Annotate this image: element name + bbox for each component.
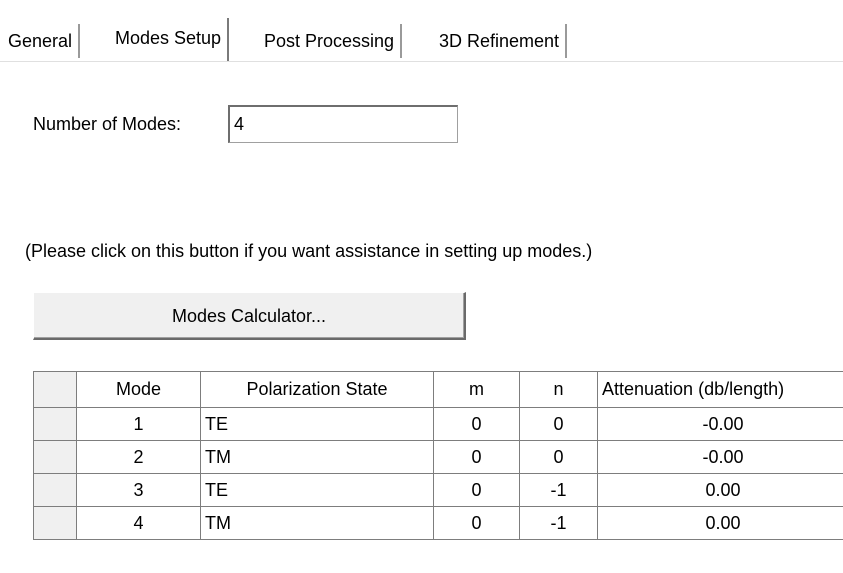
help-text: (Please click on this button if you want… [25, 241, 593, 261]
column-header-m[interactable]: m [433, 371, 520, 408]
n-cell[interactable]: 0 [519, 407, 598, 441]
attenuation-cell[interactable]: 0.00 [597, 473, 843, 507]
tab-general[interactable]: General [8, 24, 81, 58]
modes-calculator-button[interactable]: Modes Calculator... [33, 292, 466, 340]
column-header-attenuation[interactable]: Attenuation (db/length) [597, 371, 843, 408]
number-of-modes-label: Number of Modes: [33, 114, 182, 134]
table-corner-cell[interactable] [33, 371, 77, 408]
tab-modes-setup[interactable]: Modes Setup [108, 18, 230, 62]
tab-3d-refinement[interactable]: 3D Refinement [439, 24, 568, 58]
table-row: 3 TE 0 -1 0.00 [33, 473, 843, 507]
m-cell[interactable]: 0 [433, 440, 520, 474]
table-header-row: Mode Polarization State m n Attenuation … [33, 371, 843, 408]
polarization-cell[interactable]: TM [200, 440, 434, 474]
m-cell[interactable]: 0 [433, 506, 520, 540]
attenuation-cell[interactable]: 0.00 [597, 506, 843, 540]
table-row: 4 TM 0 -1 0.00 [33, 506, 843, 540]
tab-strip: General Modes Setup Post Processing 3D R… [0, 18, 843, 62]
polarization-cell[interactable]: TE [200, 473, 434, 507]
m-cell[interactable]: 0 [433, 473, 520, 507]
column-header-polarization-state[interactable]: Polarization State [200, 371, 434, 408]
table-row: 1 TE 0 0 -0.00 [33, 407, 843, 441]
number-of-modes-input[interactable] [228, 105, 458, 143]
mode-cell[interactable]: 4 [76, 506, 201, 540]
n-cell[interactable]: 0 [519, 440, 598, 474]
column-header-n[interactable]: n [519, 371, 598, 408]
attenuation-cell[interactable]: -0.00 [597, 440, 843, 474]
row-header[interactable] [33, 506, 77, 540]
n-cell[interactable]: -1 [519, 506, 598, 540]
mode-cell[interactable]: 2 [76, 440, 201, 474]
polarization-cell[interactable]: TE [200, 407, 434, 441]
mode-cell[interactable]: 1 [76, 407, 201, 441]
row-header[interactable] [33, 473, 77, 507]
modes-table: Mode Polarization State m n Attenuation … [33, 371, 843, 540]
table-row: 2 TM 0 0 -0.00 [33, 440, 843, 474]
column-header-mode[interactable]: Mode [76, 371, 201, 408]
row-header[interactable] [33, 407, 77, 441]
row-header[interactable] [33, 440, 77, 474]
mode-cell[interactable]: 3 [76, 473, 201, 507]
m-cell[interactable]: 0 [433, 407, 520, 441]
tab-post-processing[interactable]: Post Processing [264, 24, 403, 58]
n-cell[interactable]: -1 [519, 473, 598, 507]
modes-setup-dialog: General Modes Setup Post Processing 3D R… [0, 0, 843, 573]
attenuation-cell[interactable]: -0.00 [597, 407, 843, 441]
polarization-cell[interactable]: TM [200, 506, 434, 540]
